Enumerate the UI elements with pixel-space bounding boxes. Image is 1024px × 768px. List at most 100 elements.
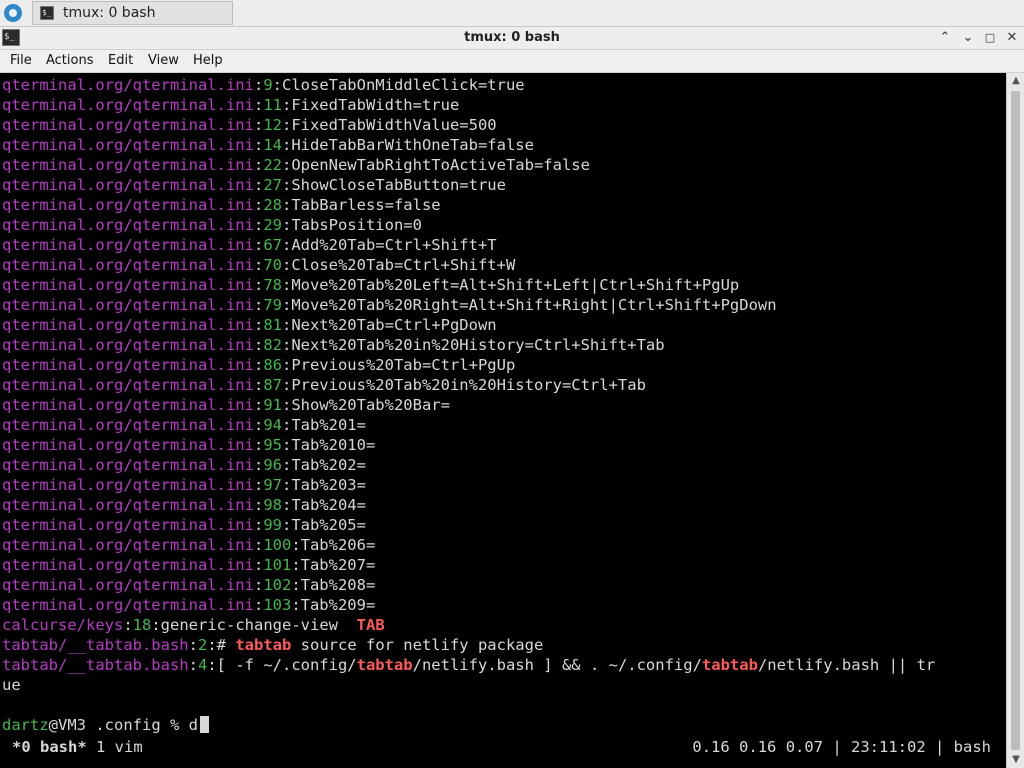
scroll-up-icon[interactable]: ▲ bbox=[1007, 73, 1024, 89]
terminal-text: : bbox=[253, 576, 264, 594]
terminal-text: :Tab%2010= bbox=[281, 436, 376, 454]
terminal-line: qterminal.org/qterminal.ini:94:Tab%201= bbox=[2, 415, 366, 435]
close-icon[interactable]: ✕ bbox=[1003, 29, 1021, 47]
terminal-text: :FixedTabWidthValue=500 bbox=[281, 116, 497, 134]
terminal-text: :Previous%20Tab=Ctrl+PgUp bbox=[281, 356, 516, 374]
terminal-text: : bbox=[253, 356, 264, 374]
minimize-icon[interactable]: ⌄ bbox=[959, 29, 977, 47]
vertical-scrollbar[interactable]: ▲ ▼ bbox=[1006, 73, 1024, 768]
terminal-text: qterminal.org/qterminal.ini bbox=[2, 276, 254, 294]
menu-file[interactable]: File bbox=[10, 53, 32, 68]
terminal-text: 27 bbox=[263, 176, 282, 194]
terminal-text: :Add%20Tab=Ctrl+Shift+T bbox=[281, 236, 497, 254]
terminal-text: 22 bbox=[263, 156, 282, 174]
terminal-line: qterminal.org/qterminal.ini:101:Tab%207= bbox=[2, 555, 375, 575]
terminal-text: : bbox=[253, 476, 264, 494]
terminal-text: : bbox=[253, 436, 264, 454]
maximize-icon[interactable]: □ bbox=[981, 29, 999, 47]
terminal-text: 87 bbox=[263, 376, 282, 394]
terminal-line: tabtab/__tabtab.bash:2:# tabtab source f… bbox=[2, 635, 543, 655]
terminal-line: qterminal.org/qterminal.ini:78:Move%20Ta… bbox=[2, 275, 739, 295]
terminal-text: : bbox=[253, 76, 264, 94]
chevron-up-icon[interactable]: ⌃ bbox=[936, 29, 954, 47]
terminal-text: 18 bbox=[132, 616, 152, 634]
terminal-text: 81 bbox=[263, 316, 282, 334]
terminal-text: : bbox=[253, 336, 264, 354]
terminal-text: qterminal.org/qterminal.ini bbox=[2, 156, 254, 174]
terminal-text: qterminal.org/qterminal.ini bbox=[2, 436, 254, 454]
terminal-text: 95 bbox=[263, 436, 282, 454]
taskbar: $_ tmux: 0 bash bbox=[0, 0, 1024, 27]
terminal-text: qterminal.org/qterminal.ini bbox=[2, 496, 254, 514]
terminal-text: :ShowCloseTabButton=true bbox=[281, 176, 506, 194]
terminal-text: :Tab%208= bbox=[291, 576, 376, 594]
terminal-text: 29 bbox=[263, 216, 282, 234]
tmux-active-window[interactable]: *0 bash* bbox=[12, 738, 87, 756]
terminal-text: qterminal.org/qterminal.ini bbox=[2, 296, 254, 314]
terminal-text: qterminal.org/qterminal.ini bbox=[2, 136, 254, 154]
terminal-line: qterminal.org/qterminal.ini:12:FixedTabW… bbox=[2, 115, 497, 135]
terminal-text: : bbox=[123, 616, 133, 634]
terminal-text: : bbox=[253, 136, 264, 154]
terminal-text: tabtab/__tabtab.bash bbox=[2, 656, 189, 674]
terminal-line: qterminal.org/qterminal.ini:86:Previous%… bbox=[2, 355, 515, 375]
terminal-text: 12 bbox=[263, 116, 282, 134]
start-menu-icon[interactable] bbox=[4, 4, 22, 22]
window-titlebar[interactable]: $_ tmux: 0 bash ⌃ ⌄ □ ✕ bbox=[0, 27, 1024, 50]
window-title: tmux: 0 bash bbox=[464, 30, 560, 45]
tmux-status-bar: *0 bash* 1 vim 0.16 0.16 0.07 | 23:11:02… bbox=[0, 736, 1006, 760]
menu-edit[interactable]: Edit bbox=[108, 53, 133, 68]
menu-view[interactable]: View bbox=[148, 53, 179, 68]
terminal-icon: $_ bbox=[40, 6, 54, 20]
terminal-text: :generic-change-view bbox=[151, 616, 357, 634]
terminal-line: qterminal.org/qterminal.ini:82:Next%20Ta… bbox=[2, 335, 665, 355]
terminal-text: qterminal.org/qterminal.ini bbox=[2, 196, 254, 214]
terminal-line: qterminal.org/qterminal.ini:103:Tab%209= bbox=[2, 595, 375, 615]
menu-help[interactable]: Help bbox=[193, 53, 223, 68]
terminal-text: :Move%20Tab%20Left=Alt+Shift+Left|Ctrl+S… bbox=[281, 276, 740, 294]
terminal-text: : bbox=[253, 156, 264, 174]
terminal-text: :Close%20Tab=Ctrl+Shift+W bbox=[281, 256, 516, 274]
terminal-text: : bbox=[253, 316, 264, 334]
terminal-text: qterminal.org/qterminal.ini bbox=[2, 416, 254, 434]
taskbar-window-button[interactable]: $_ tmux: 0 bash bbox=[32, 1, 233, 25]
terminal-text: qterminal.org/qterminal.ini bbox=[2, 516, 254, 534]
terminal-text: qterminal.org/qterminal.ini bbox=[2, 456, 254, 474]
terminal-text: tabtab bbox=[235, 636, 292, 654]
terminal-text: : bbox=[253, 556, 264, 574]
terminal-text: :FixedTabWidth=true bbox=[281, 96, 460, 114]
terminal-text: TAB bbox=[356, 616, 385, 634]
terminal-text: calcurse/keys bbox=[2, 616, 124, 634]
terminal-text: : bbox=[253, 116, 264, 134]
terminal-line: qterminal.org/qterminal.ini:14:HideTabBa… bbox=[2, 135, 534, 155]
terminal-line: qterminal.org/qterminal.ini:95:Tab%2010= bbox=[2, 435, 375, 455]
terminal-text: :Previous%20Tab%20in%20History=Ctrl+Tab bbox=[281, 376, 646, 394]
terminal-text: : bbox=[253, 596, 264, 614]
terminal-line: calcurse/keys:18:generic-change-view TAB bbox=[2, 615, 385, 635]
tmux-other-window[interactable]: 1 vim bbox=[87, 738, 143, 756]
menubar: File Actions Edit View Help bbox=[0, 50, 1024, 73]
taskbar-window-label: tmux: 0 bash bbox=[63, 5, 156, 21]
terminal-text: qterminal.org/qterminal.ini bbox=[2, 396, 254, 414]
terminal-text: 28 bbox=[263, 196, 282, 214]
terminal-line: qterminal.org/qterminal.ini:9:CloseTabOn… bbox=[2, 75, 525, 95]
terminal-text: : bbox=[253, 96, 264, 114]
scrollbar-thumb[interactable] bbox=[1011, 91, 1020, 750]
terminal-output[interactable]: *0 bash* 1 vim 0.16 0.16 0.07 | 23:11:02… bbox=[0, 73, 1006, 768]
terminal-text: : bbox=[253, 376, 264, 394]
terminal-text: : bbox=[253, 496, 264, 514]
terminal-text: source for netlify package bbox=[291, 636, 544, 654]
terminal-text: 103 bbox=[263, 596, 292, 614]
terminal-line: qterminal.org/qterminal.ini:96:Tab%202= bbox=[2, 455, 366, 475]
terminal-text: 96 bbox=[263, 456, 282, 474]
terminal-text: 99 bbox=[263, 516, 282, 534]
terminal-text: :Tab%209= bbox=[291, 596, 376, 614]
terminal-text: 78 bbox=[263, 276, 282, 294]
terminal-text: 98 bbox=[263, 496, 282, 514]
menu-actions[interactable]: Actions bbox=[46, 53, 94, 68]
terminal-text: qterminal.org/qterminal.ini bbox=[2, 256, 254, 274]
terminal-text: @VM3 .config % d bbox=[48, 716, 198, 734]
scroll-down-icon[interactable]: ▼ bbox=[1007, 752, 1024, 768]
terminal-line: qterminal.org/qterminal.ini:22:OpenNewTa… bbox=[2, 155, 590, 175]
terminal-text: : bbox=[253, 196, 264, 214]
